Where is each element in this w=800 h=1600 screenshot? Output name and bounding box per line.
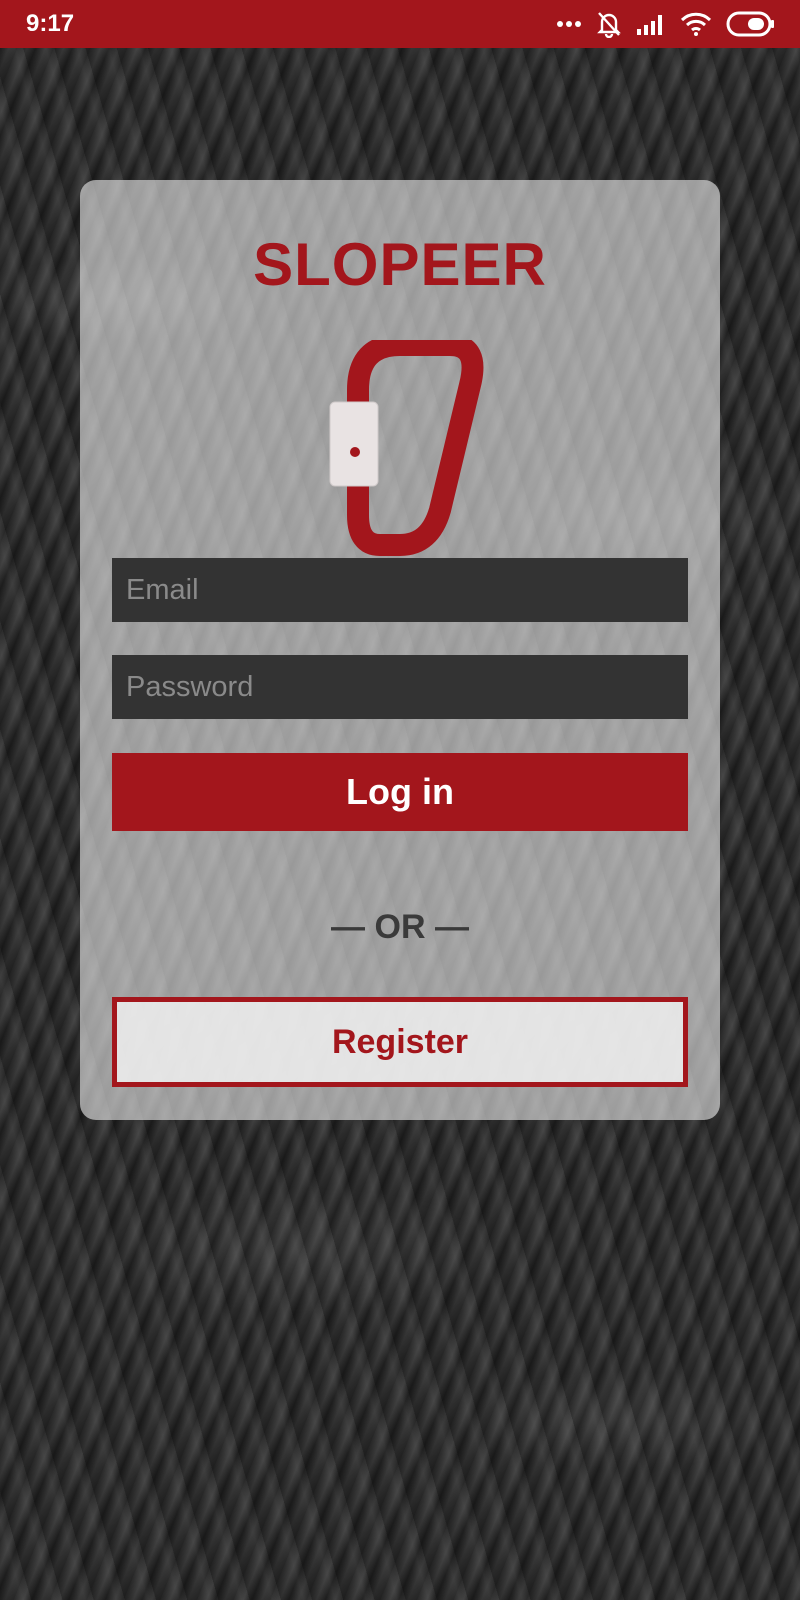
or-divider: — OR — xyxy=(331,908,469,946)
login-button[interactable]: Log in xyxy=(112,753,688,831)
status-time: 9:17 xyxy=(26,10,75,37)
register-button[interactable]: Register xyxy=(112,997,688,1087)
more-dots-icon xyxy=(556,20,582,28)
battery-icon xyxy=(726,11,776,37)
carabiner-icon xyxy=(300,334,500,560)
signal-icon xyxy=(636,13,666,35)
status-bar: 9:17 xyxy=(0,0,800,48)
notifications-off-icon xyxy=(596,10,622,38)
login-card: SLOPEER Log in — OR — Register xyxy=(80,180,720,1120)
login-screen: 9:17 SLOPEER Email Log in — OR — Registe… xyxy=(0,0,800,1600)
password-field[interactable] xyxy=(112,655,688,719)
wifi-icon xyxy=(680,12,712,36)
email-field[interactable] xyxy=(112,558,688,622)
brand-title: SLOPEER xyxy=(253,231,547,298)
status-icons xyxy=(556,10,776,38)
